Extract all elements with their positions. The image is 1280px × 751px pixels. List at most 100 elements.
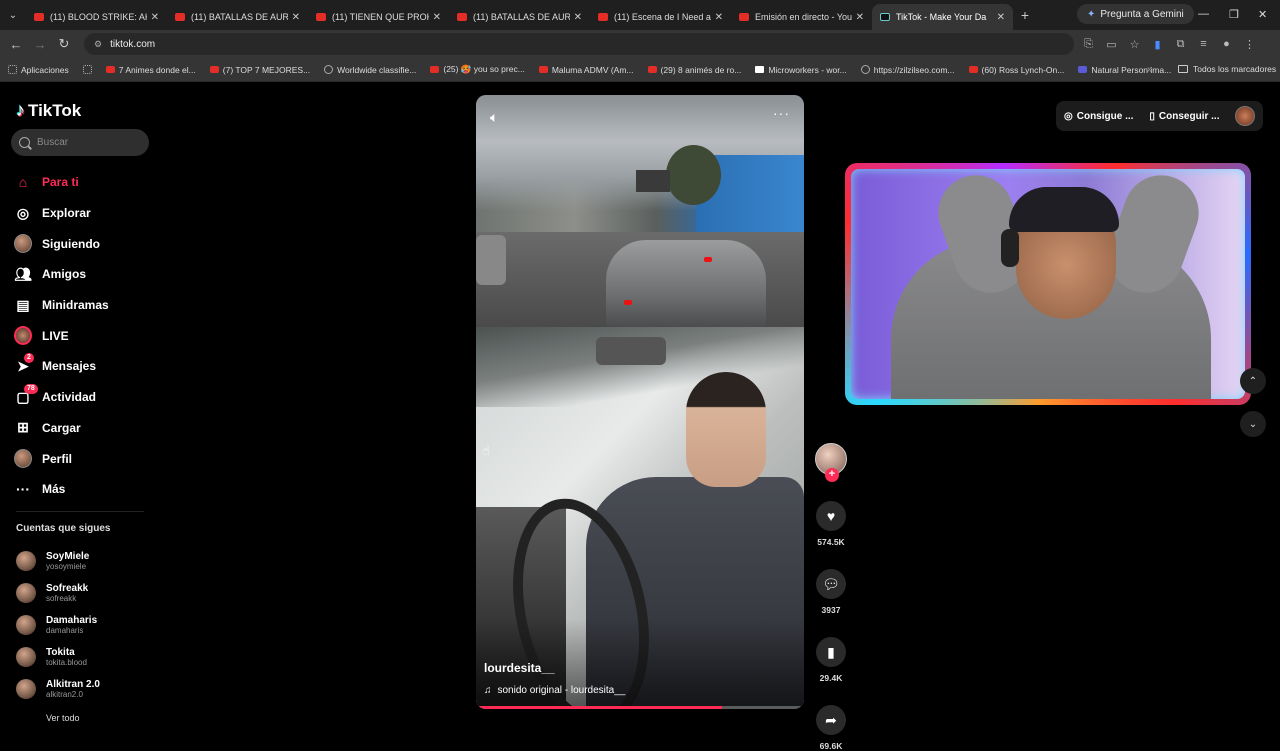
gemini-button[interactable]: ✦ Pregunta a Gemini <box>1077 4 1194 24</box>
sidebar-item-minidramas[interactable]: ▤ Minidramas <box>14 290 154 321</box>
search-input[interactable] <box>37 137 137 148</box>
profile-icon[interactable]: ● <box>1220 38 1233 51</box>
video-scene-car <box>606 240 766 328</box>
browser-tab[interactable]: (11) BATALLAS DE AURA - ✕ <box>449 4 590 30</box>
following-avatar-icon <box>14 234 32 254</box>
bookmark-item[interactable]: 7 Animes donde el... <box>105 65 196 75</box>
back-icon[interactable]: ← <box>4 37 28 52</box>
bookmark-item[interactable]: (29) 8 animés de ro... <box>647 65 741 75</box>
forward-icon[interactable]: → <box>28 37 52 52</box>
sidebar-item-siguiendo[interactable]: Siguiendo <box>14 228 154 259</box>
more-bookmarks-icon[interactable]: » <box>1147 64 1153 75</box>
following-list: SoyMiele yosoymiele Sofreakk sofreakk Damaha… <box>16 545 100 705</box>
share-icon[interactable]: ➦ <box>816 705 846 735</box>
follow-plus-icon[interactable]: + <box>825 468 839 482</box>
video-player[interactable]: 🔈︎ ··· lourdesita__ ♫ sonido original - … <box>476 95 804 709</box>
bookmark-item[interactable]: Worldwide classifie... <box>324 65 416 75</box>
volume-icon[interactable]: 🔈︎ <box>490 109 498 126</box>
bookmark-item[interactable]: Maluma ADMV (Am... <box>538 65 634 75</box>
bookmark-item[interactable]: https://zilzilseo.com... <box>860 65 955 75</box>
browser-tab[interactable]: (11) BATALLAS DE AURA C ✕ <box>167 4 308 30</box>
following-account[interactable]: SoyMiele yosoymiele <box>16 545 100 577</box>
browser-tab[interactable]: (11) Escena de I Need a H ✕ <box>590 4 731 30</box>
sidebar-item-mensajes[interactable]: ➤ 2 Mensajes <box>14 351 154 382</box>
sidebar-item-amigos[interactable]: 👥︎ Amigos <box>14 259 154 290</box>
sidebar-item-live[interactable]: LIVE <box>14 320 154 351</box>
browser-tab[interactable]: TikTok - Make Your Da ✕ <box>872 4 1013 30</box>
following-account[interactable]: Tokita tokita.blood <box>16 641 100 673</box>
all-bookmarks-button[interactable]: Todos los marcadores <box>1178 64 1276 74</box>
site-info-icon[interactable]: ⚙ <box>94 39 102 50</box>
url-field[interactable]: ⚙ tiktok.com <box>84 33 1074 55</box>
bookmark-star-icon[interactable]: ☆ <box>1128 38 1141 51</box>
media-icon[interactable]: ≡ <box>1197 38 1210 51</box>
bookmark-icon[interactable]: ▮ <box>816 637 846 667</box>
notification-badge: 78 <box>24 384 38 395</box>
bookmark-item[interactable]: Microworkers - wor... <box>755 65 847 75</box>
extension-icon[interactable]: ▮ <box>1151 38 1164 51</box>
reload-icon[interactable]: ↻ <box>52 36 76 52</box>
video-author[interactable]: lourdesita__ <box>484 661 555 675</box>
following-account[interactable]: Alkitran 2.0 alkitran2.0 <box>16 673 100 705</box>
sidebar-item-para-ti[interactable]: ⌂ Para ti <box>14 167 154 198</box>
bookmark-item[interactable]: (25) 🥵 you so prec... <box>430 64 525 75</box>
profile-avatar-icon <box>14 449 32 469</box>
video-progress-bar[interactable] <box>476 706 804 709</box>
bookmark-item[interactable]: Aplicaciones <box>8 65 69 75</box>
microworkers-icon <box>755 66 765 73</box>
sidebar-item-actividad[interactable]: ▢ 78 Actividad <box>14 382 154 413</box>
youtube-icon <box>316 13 326 21</box>
restore-icon[interactable]: ❐ <box>1229 8 1239 21</box>
tiktok-logo[interactable]: ♪ TikTok <box>16 100 81 121</box>
sidebar-item-explorar[interactable]: ◎ Explorar <box>14 198 154 229</box>
kebab-menu-icon[interactable]: ⋮ <box>1243 38 1256 51</box>
bookmark-label: Natural Person ima... <box>1091 64 1172 75</box>
like-icon[interactable]: ♥ <box>816 501 846 531</box>
close-tab-icon[interactable]: ✕ <box>151 12 159 23</box>
close-tab-icon[interactable]: ✕ <box>574 12 582 23</box>
bookmark-item[interactable] <box>82 65 92 74</box>
browser-tab[interactable]: (11) TIENEN QUE PROHIBI ✕ <box>308 4 449 30</box>
music-note-icon: ♫ <box>484 685 492 696</box>
translate-icon[interactable]: ⎘ <box>1082 38 1095 51</box>
puzzle-icon[interactable]: ⧉ <box>1174 38 1187 51</box>
browser-tab[interactable]: (11) BLOOD STRIKE: AK-47 ✕ <box>26 4 167 30</box>
previous-video-icon[interactable]: ⌃ <box>1240 368 1266 394</box>
comment-icon[interactable]: 💬︎ <box>816 569 846 599</box>
following-account[interactable]: Damaharis damaharis <box>16 609 100 641</box>
close-tab-icon[interactable]: ✕ <box>715 12 723 23</box>
user-avatar[interactable] <box>1235 106 1256 126</box>
new-tab-button[interactable]: + <box>1013 7 1037 23</box>
close-window-icon[interactable]: ✕ <box>1258 8 1267 21</box>
close-tab-icon[interactable]: ✕ <box>292 12 300 23</box>
send-icon: ➤ 2 <box>14 353 34 375</box>
bookmark-label: Worldwide classifie... <box>337 64 417 75</box>
close-tab-icon[interactable]: ✕ <box>997 12 1005 23</box>
get-app-button[interactable]: ▯ Conseguir ... <box>1149 111 1219 122</box>
see-all-link[interactable]: Ver todo <box>46 713 80 723</box>
youtube-icon <box>647 66 657 73</box>
sidebar-item-cargar[interactable]: ⊞ Cargar <box>14 413 154 444</box>
minimize-icon[interactable]: — <box>1198 8 1209 20</box>
bookmark-item[interactable]: (7) TOP 7 MEJORES... <box>209 65 310 75</box>
search-box[interactable] <box>11 129 149 156</box>
close-tab-icon[interactable]: ✕ <box>856 12 864 23</box>
next-video-icon[interactable]: ⌄ <box>1240 411 1266 437</box>
bookmark-item[interactable]: (60) Ross Lynch-On... <box>968 65 1064 75</box>
close-tab-icon[interactable]: ✕ <box>433 12 441 23</box>
sidebar-item-más[interactable]: ··· Más <box>14 474 154 505</box>
tab-search-icon[interactable]: ⌄ <box>0 0 26 30</box>
bookmark-item[interactable]: Natural Person ima... <box>1078 65 1171 75</box>
video-more-icon[interactable]: ··· <box>773 105 790 121</box>
webcam-person-cap <box>1009 187 1119 232</box>
cast-icon[interactable]: ▭ <box>1105 38 1118 51</box>
sidebar-item-label: Más <box>42 482 66 497</box>
author-avatar[interactable]: + <box>815 443 847 482</box>
all-bookmarks-label: Todos los marcadores <box>1193 64 1277 74</box>
video-sound[interactable]: ♫ sonido original - lourdesita__ <box>484 685 625 696</box>
following-account[interactable]: Sofreakk sofreakk <box>16 577 100 609</box>
browser-tab[interactable]: Emisión en directo - YouTu ✕ <box>731 4 872 30</box>
sidebar-item-label: LIVE <box>42 328 69 343</box>
sidebar-item-perfil[interactable]: Perfil <box>14 443 154 474</box>
get-coins-button[interactable]: ◎ Consigue ... <box>1064 111 1133 122</box>
